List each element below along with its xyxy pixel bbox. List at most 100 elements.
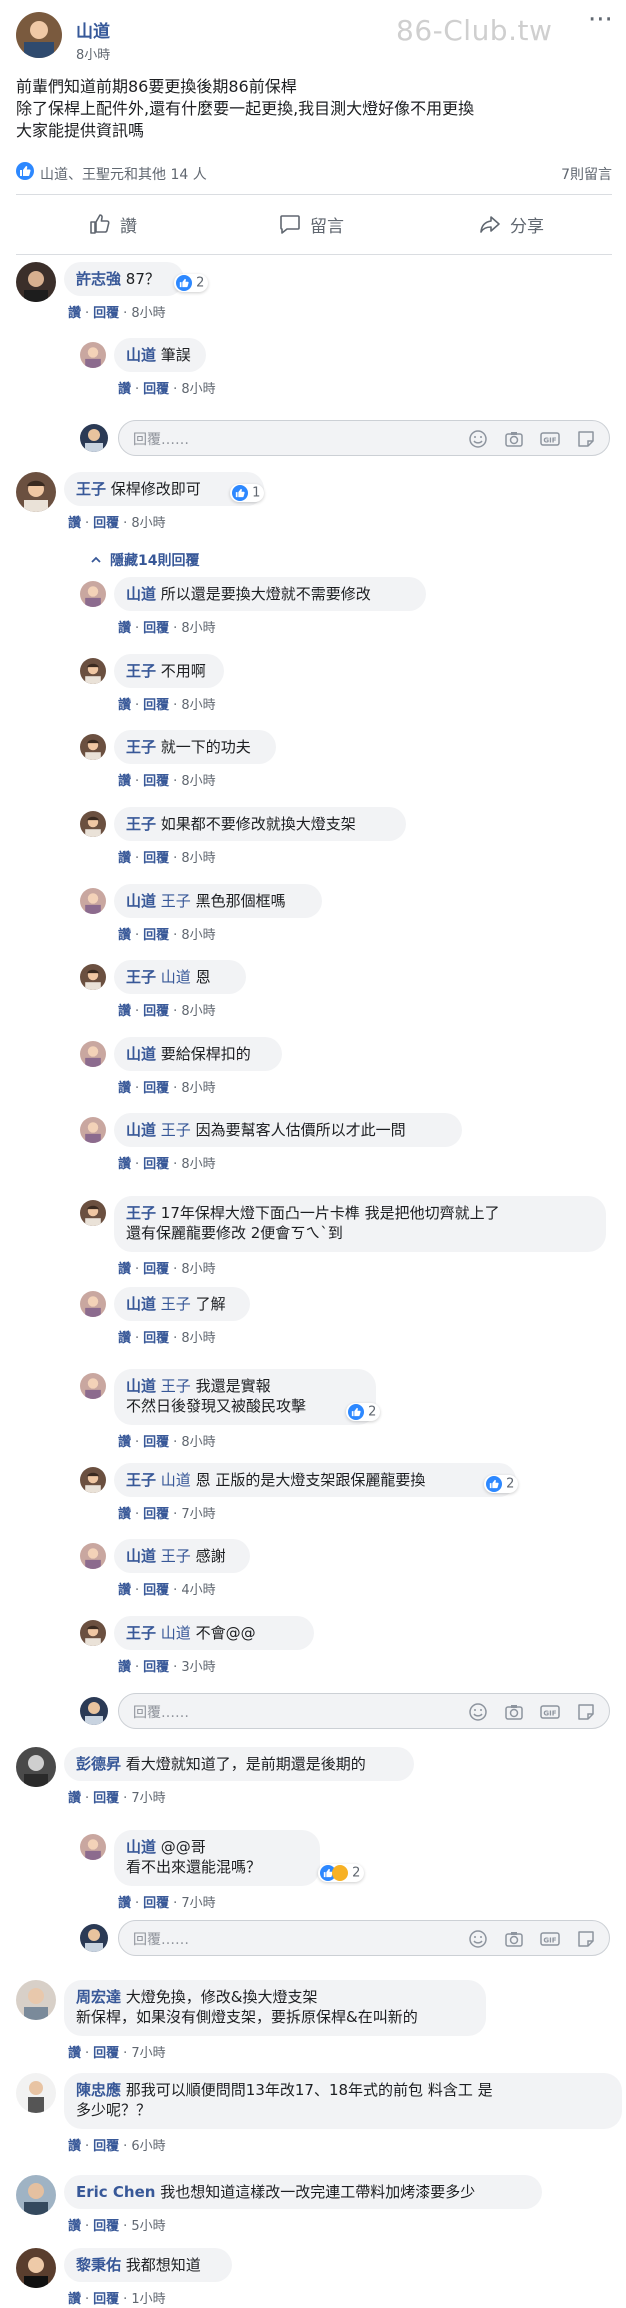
reaction-names[interactable]: 山道、王聖元和其他 14 人 bbox=[40, 164, 207, 184]
comment-reply-link[interactable]: 回覆 bbox=[143, 774, 169, 789]
post-timestamp[interactable]: 8小時 bbox=[76, 44, 110, 63]
commenter-name[interactable]: 許志強 bbox=[76, 270, 121, 288]
comment-timestamp[interactable]: 3小時 bbox=[181, 1660, 215, 1675]
commenter-name[interactable]: 山道 bbox=[126, 1547, 156, 1565]
commenter-avatar[interactable] bbox=[80, 1117, 106, 1143]
comment-like-link[interactable]: 讚 bbox=[68, 2046, 81, 2061]
comment-timestamp[interactable]: 8小時 bbox=[181, 1157, 215, 1172]
commenter-avatar[interactable] bbox=[16, 262, 56, 302]
camera-icon[interactable] bbox=[503, 428, 525, 450]
comment-timestamp[interactable]: 7小時 bbox=[181, 1896, 215, 1911]
comment-like-link[interactable]: 讚 bbox=[68, 2292, 81, 2307]
commenter-name[interactable]: 山道 bbox=[126, 892, 156, 910]
commenter-name[interactable]: 王子 bbox=[126, 1624, 156, 1642]
commenter-name[interactable]: 周宏達 bbox=[76, 1988, 121, 2006]
comment-like-link[interactable]: 讚 bbox=[118, 851, 131, 866]
commenter-name[interactable]: 王子 bbox=[126, 662, 156, 680]
comment-like-link[interactable]: 讚 bbox=[118, 928, 131, 943]
comment-like-link[interactable]: 讚 bbox=[118, 1660, 131, 1675]
sticker-icon[interactable] bbox=[575, 1701, 597, 1723]
comment-timestamp[interactable]: 8小時 bbox=[181, 774, 215, 789]
mentioned-user[interactable]: 王子 bbox=[161, 1377, 191, 1395]
comment-reply-link[interactable]: 回覆 bbox=[93, 306, 119, 321]
comment-like-link[interactable]: 讚 bbox=[118, 1331, 131, 1346]
comment-like-link[interactable]: 讚 bbox=[118, 1081, 131, 1096]
comment-like-link[interactable]: 讚 bbox=[118, 621, 131, 636]
comment-reply-link[interactable]: 回覆 bbox=[143, 1081, 169, 1096]
sticker-icon[interactable] bbox=[575, 1928, 597, 1950]
mentioned-user[interactable]: 山道 bbox=[161, 1471, 191, 1489]
hide-replies-link[interactable]: 隱藏14則回覆 bbox=[90, 550, 199, 570]
commenter-name[interactable]: 王子 bbox=[126, 1471, 156, 1489]
commenter-avatar[interactable] bbox=[80, 1291, 106, 1317]
commenter-name[interactable]: 山道 bbox=[126, 1121, 156, 1139]
commenter-avatar[interactable] bbox=[80, 734, 106, 760]
commenter-avatar[interactable] bbox=[80, 1543, 106, 1569]
commenter-name[interactable]: 山道 bbox=[126, 1377, 156, 1395]
commenter-avatar[interactable] bbox=[80, 658, 106, 684]
comment-reply-link[interactable]: 回覆 bbox=[143, 1660, 169, 1675]
comment-like-link[interactable]: 讚 bbox=[118, 1583, 131, 1598]
commenter-name[interactable]: 陳忠應 bbox=[76, 2081, 121, 2099]
commenter-avatar[interactable] bbox=[16, 1980, 56, 2020]
comment-reply-link[interactable]: 回覆 bbox=[143, 698, 169, 713]
gif-icon[interactable]: GIF bbox=[539, 1701, 561, 1723]
commenter-avatar[interactable] bbox=[16, 2248, 56, 2288]
commenter-name[interactable]: 王子 bbox=[126, 815, 156, 833]
comment-timestamp[interactable]: 8小時 bbox=[181, 1435, 215, 1450]
mentioned-user[interactable]: 王子 bbox=[161, 892, 191, 910]
comment-timestamp[interactable]: 8小時 bbox=[181, 698, 215, 713]
comment-count[interactable]: 7則留言 bbox=[561, 164, 612, 184]
comment-reply-link[interactable]: 回覆 bbox=[143, 1435, 169, 1450]
comment-reply-link[interactable]: 回覆 bbox=[93, 2139, 119, 2154]
camera-icon[interactable] bbox=[503, 1701, 525, 1723]
commenter-avatar[interactable] bbox=[80, 811, 106, 837]
emoji-icon[interactable] bbox=[467, 428, 489, 450]
commenter-name[interactable]: 山道 bbox=[126, 1045, 156, 1063]
comment-timestamp[interactable]: 8小時 bbox=[181, 621, 215, 636]
comment-reaction-count[interactable]: 2 bbox=[484, 1475, 519, 1493]
comment-reaction-count[interactable]: 1 bbox=[230, 484, 265, 502]
comment-reply-link[interactable]: 回覆 bbox=[143, 382, 169, 397]
comment-reply-link[interactable]: 回覆 bbox=[143, 1157, 169, 1172]
mentioned-user[interactable]: 山道 bbox=[161, 1624, 191, 1642]
comment-reaction-count[interactable]: 2 bbox=[318, 1864, 365, 1882]
commenter-name[interactable]: 山道 bbox=[126, 1295, 156, 1313]
commenter-avatar[interactable] bbox=[80, 1834, 106, 1860]
more-options-icon[interactable]: ··· bbox=[588, 7, 613, 33]
comment-timestamp[interactable]: 8小時 bbox=[181, 1331, 215, 1346]
gif-icon[interactable]: GIF bbox=[539, 428, 561, 450]
commenter-avatar[interactable] bbox=[80, 1467, 106, 1493]
comment-like-link[interactable]: 讚 bbox=[118, 1157, 131, 1172]
emoji-icon[interactable] bbox=[467, 1701, 489, 1723]
post-author-name[interactable]: 山道 bbox=[76, 17, 110, 42]
comment-like-link[interactable]: 讚 bbox=[118, 382, 131, 397]
comment-reply-link[interactable]: 回覆 bbox=[143, 621, 169, 636]
comment-like-link[interactable]: 讚 bbox=[118, 1262, 131, 1277]
commenter-avatar[interactable] bbox=[16, 1747, 56, 1787]
comment-reply-link[interactable]: 回覆 bbox=[143, 1331, 169, 1346]
reply-input[interactable]: 回覆…… GIF bbox=[118, 1693, 610, 1729]
comment-like-link[interactable]: 讚 bbox=[68, 2219, 81, 2234]
comment-like-link[interactable]: 讚 bbox=[118, 1004, 131, 1019]
comment-timestamp[interactable]: 8小時 bbox=[181, 1262, 215, 1277]
comment-timestamp[interactable]: 8小時 bbox=[131, 516, 165, 531]
commenter-avatar[interactable] bbox=[80, 581, 106, 607]
commenter-avatar[interactable] bbox=[80, 1200, 106, 1226]
comment-timestamp[interactable]: 8小時 bbox=[181, 1004, 215, 1019]
comment-like-link[interactable]: 讚 bbox=[68, 306, 81, 321]
commenter-avatar[interactable] bbox=[80, 888, 106, 914]
comment-timestamp[interactable]: 6小時 bbox=[131, 2139, 165, 2154]
commenter-name[interactable]: 王子 bbox=[76, 480, 106, 498]
commenter-avatar[interactable] bbox=[80, 1373, 106, 1399]
comment-timestamp[interactable]: 4小時 bbox=[181, 1583, 215, 1598]
comment-reaction-count[interactable]: 2 bbox=[174, 274, 209, 292]
comment-timestamp[interactable]: 8小時 bbox=[181, 1081, 215, 1096]
comment-reply-link[interactable]: 回覆 bbox=[143, 1507, 169, 1522]
commenter-avatar[interactable] bbox=[80, 1620, 106, 1646]
comment-reply-link[interactable]: 回覆 bbox=[143, 851, 169, 866]
commenter-name[interactable]: 王子 bbox=[126, 738, 156, 756]
comment-timestamp[interactable]: 7小時 bbox=[181, 1507, 215, 1522]
comment-like-link[interactable]: 讚 bbox=[118, 1896, 131, 1911]
commenter-avatar[interactable] bbox=[80, 342, 106, 368]
